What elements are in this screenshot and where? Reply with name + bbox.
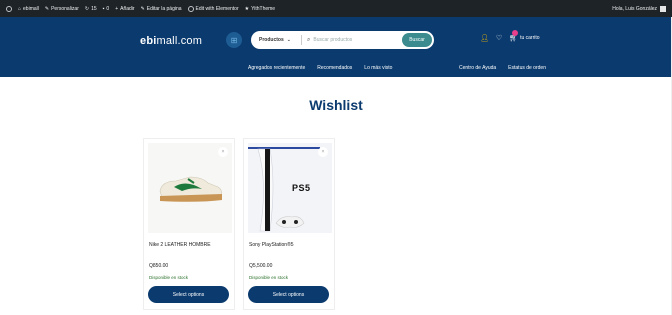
nav-item-recommended[interactable]: Recomendados: [317, 65, 352, 71]
pencil-icon: ✎: [140, 5, 145, 12]
category-select[interactable]: Productos ⌄: [259, 37, 299, 43]
admin-bar: ⌂ ebimall ✎ Personalizar ↻ 15 ▪ 0 + Añadir ✎ E…: [0, 0, 672, 17]
star-icon: ★: [244, 5, 250, 12]
updates-link[interactable]: ↻ 15: [85, 6, 97, 12]
main-nav: Agregados recientemente Recomendados Lo …: [248, 65, 392, 71]
close-icon: ×: [221, 149, 225, 155]
edit-page-link[interactable]: ✎ Editar la página: [141, 6, 182, 12]
product-price: Q850.00: [149, 263, 169, 269]
nav-item-recent[interactable]: Agregados recientemente: [248, 65, 305, 71]
secondary-nav: Centro de Ayuda Estatus de orden: [459, 65, 546, 71]
search-button[interactable]: Buscar: [402, 33, 432, 47]
site-name-link[interactable]: ⌂ ebimall: [18, 6, 39, 12]
product-image-sneaker[interactable]: [148, 143, 232, 233]
pencil-icon: ✎: [44, 5, 50, 12]
greeting-text: Hola, Luis González: [612, 5, 657, 12]
home-icon: ⌂: [18, 5, 22, 12]
categories-menu-button[interactable]: ⊞: [226, 32, 242, 48]
user-icon[interactable]: 👤︎: [480, 34, 489, 42]
add-new-link[interactable]: + Añadir: [115, 6, 134, 12]
wishlist-card: × Nike 2 LEATHER HOMBRE Q850.00 Disponib…: [143, 138, 235, 310]
product-name[interactable]: Sony PlayStation®5: [249, 242, 294, 248]
comments-link[interactable]: ▪ 0: [103, 6, 110, 12]
select-options-button[interactable]: Select options: [148, 286, 229, 303]
nav-item-most-viewed[interactable]: Lo más visto: [364, 65, 392, 71]
wordpress-logo[interactable]: [6, 5, 12, 12]
select-options-button[interactable]: Select options: [248, 286, 329, 303]
stock-status: Disponible en stock: [249, 275, 289, 280]
heart-icon[interactable]: ♡: [496, 34, 502, 42]
product-image-ps5[interactable]: PS5: [248, 143, 332, 233]
page-title: Wishlist: [309, 97, 363, 113]
grid-icon: ⊞: [230, 35, 238, 45]
close-icon: ×: [321, 149, 325, 155]
site-logo[interactable]: ebimall.com: [140, 35, 202, 47]
customize-link[interactable]: ✎ Personalizar: [45, 6, 79, 12]
search-icon: ⌕: [307, 36, 311, 43]
cart-link[interactable]: 🛒︎ tu carrito: [509, 30, 540, 42]
product-price: Q5,500.00: [249, 263, 273, 269]
avatar: [660, 5, 666, 12]
comment-icon: ▪: [102, 5, 105, 12]
elementor-icon: [187, 5, 194, 12]
nav-item-help[interactable]: Centro de Ayuda: [459, 65, 496, 71]
elementor-link[interactable]: Edit with Elementor: [187, 5, 239, 12]
wordpress-icon: [6, 5, 12, 12]
header-icons: 👤︎ ♡ 🛒︎ tu carrito: [480, 30, 540, 42]
product-name[interactable]: Nike 2 LEATHER HOMBRE: [149, 242, 211, 248]
nav-item-order-status[interactable]: Estatus de orden: [508, 65, 546, 71]
ps5-image: [248, 143, 332, 233]
sneaker-image: [148, 143, 232, 233]
chevron-down-icon: ⌄: [286, 37, 291, 43]
site-header: ebimall.com ⊞ Productos ⌄ ⌕ Buscar produc…: [0, 17, 672, 77]
refresh-icon: ↻: [84, 5, 90, 12]
ps5-logo: PS5: [292, 183, 311, 193]
remove-from-wishlist-button[interactable]: ×: [318, 147, 328, 157]
remove-from-wishlist-button[interactable]: ×: [218, 147, 228, 157]
plus-icon: +: [115, 5, 119, 12]
account-menu[interactable]: Hola, Luis González: [612, 0, 666, 17]
wishlist-card: PS5 × Sony PlayStation®5 Q5,500.00 Dispo…: [243, 138, 335, 310]
yith-link[interactable]: ★ YithTheme: [245, 6, 275, 12]
search-bar: Productos ⌄ ⌕ Buscar productos Buscar: [251, 31, 434, 49]
stock-status: Disponible en stock: [149, 275, 189, 280]
search-divider: [301, 35, 302, 45]
